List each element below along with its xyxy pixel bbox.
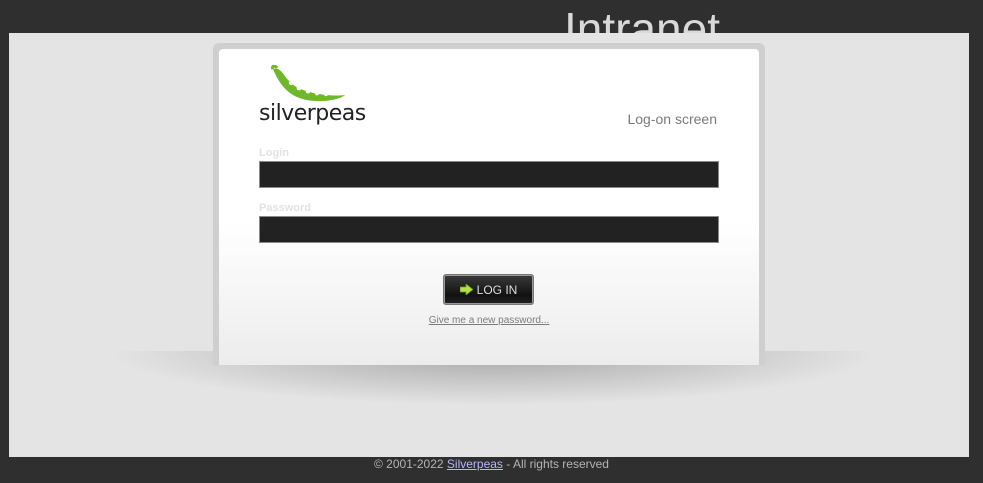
login-button[interactable]: LOG IN	[443, 274, 534, 305]
peapod-icon	[271, 65, 345, 102]
login-input[interactable]	[259, 161, 719, 188]
login-frame: silverpeas Log-on screen Login Password …	[213, 43, 765, 365]
footer-rights: - All rights reserved	[502, 457, 609, 471]
password-input[interactable]	[259, 216, 719, 243]
footer: © 2001-2022 Silverpeas - All rights rese…	[0, 457, 983, 471]
login-button-label: LOG IN	[476, 282, 518, 297]
password-label: Password	[259, 202, 311, 214]
login-label: Login	[259, 147, 289, 159]
main-panel: silverpeas Log-on screen Login Password …	[9, 33, 969, 457]
silverpeas-logo: silverpeas	[259, 65, 369, 131]
screen-label: Log-on screen	[627, 111, 717, 127]
login-box: silverpeas Log-on screen Login Password …	[219, 49, 759, 365]
forgot-password-link[interactable]: Give me a new password...	[219, 315, 759, 326]
logo-text: silverpeas	[259, 101, 366, 126]
footer-copyright: © 2001-2022	[374, 457, 447, 471]
arrow-right-icon	[459, 284, 473, 295]
footer-silverpeas-link[interactable]: Silverpeas	[447, 457, 503, 471]
